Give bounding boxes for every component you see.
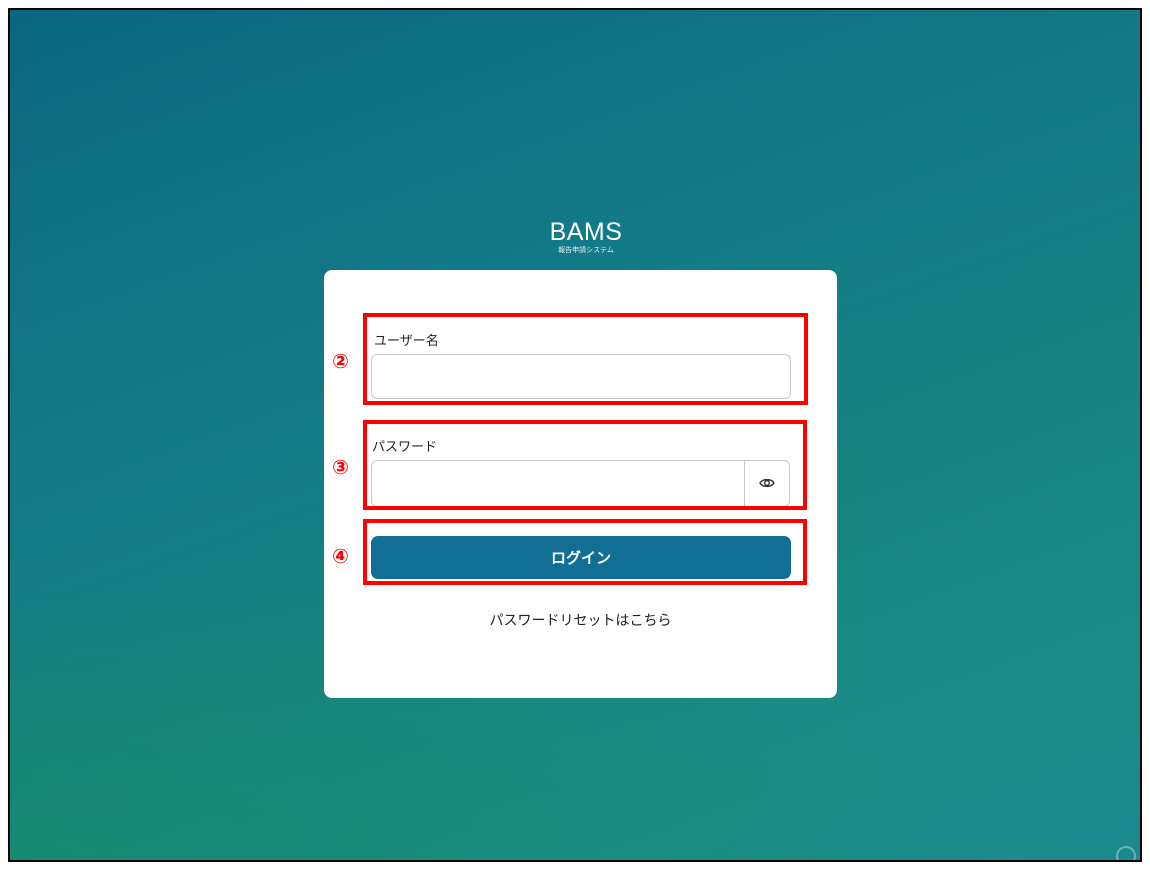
annotation-number-4: ④ [332,544,349,568]
password-reset-link[interactable]: パスワードリセットはこちら [324,610,837,630]
annotation-box-password [363,420,807,510]
annotation-number-3: ③ [332,455,349,479]
corner-decoration [1116,846,1136,860]
app-subtitle: 報告申請システム [558,246,614,254]
app-title: BAMS [549,218,623,246]
annotation-box-username [363,313,808,405]
app-logo: BAMS 報告申請システム [536,218,636,255]
annotation-number-2: ② [332,349,349,373]
screenshot-frame: BAMS 報告申請システム ユーザー名 パスワード ログイン パスワードリセット… [8,8,1142,862]
annotation-box-login [363,519,807,585]
